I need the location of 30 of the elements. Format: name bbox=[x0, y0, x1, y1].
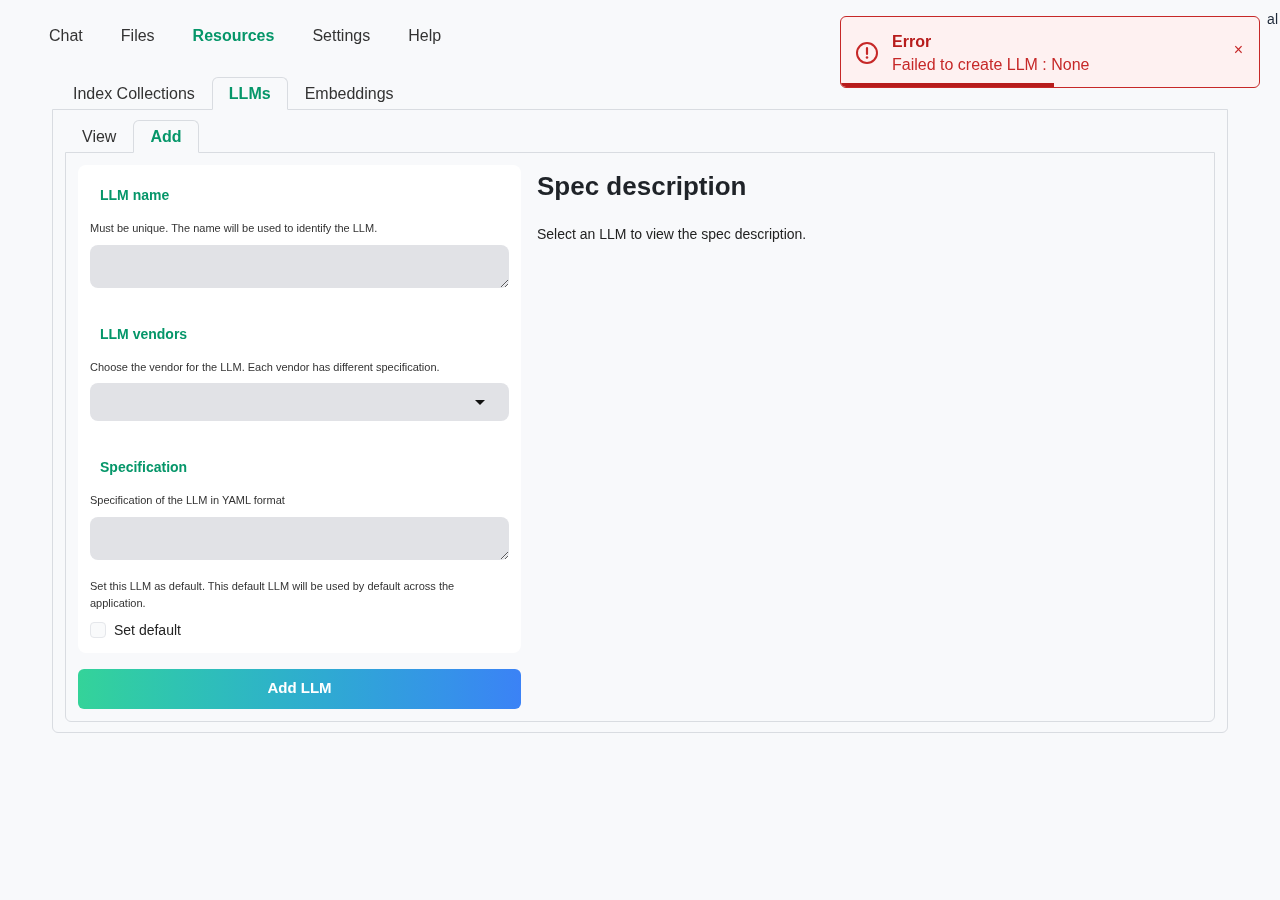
checkbox[interactable] bbox=[90, 622, 106, 638]
caret-icon bbox=[475, 399, 485, 405]
tab[interactable]: Add bbox=[133, 120, 199, 153]
tab[interactable]: View bbox=[65, 120, 134, 153]
tab[interactable]: LLMs bbox=[211, 77, 288, 110]
field-label: LLM vendors bbox=[99, 324, 189, 344]
toast-message: Failed to create LLM : None bbox=[892, 55, 1090, 75]
field-label: Specification bbox=[99, 458, 189, 477]
close-button[interactable]: × bbox=[1233, 42, 1243, 58]
field-hint: Choose the vendor for the LLM. Each vendor has different specification. bbox=[90, 359, 441, 375]
error-icon bbox=[855, 41, 879, 65]
dropdown-field[interactable] bbox=[90, 383, 509, 421]
field-hint: Set this LLM as default. This default LLM will be used by default across the application. bbox=[90, 578, 456, 611]
text-area[interactable] bbox=[90, 244, 509, 288]
toast-title: Error bbox=[892, 32, 932, 52]
tab[interactable]: Embeddings bbox=[287, 77, 411, 110]
header-text: al bbox=[1267, 10, 1278, 28]
nav-link[interactable]: Resources bbox=[180, 22, 287, 70]
nav-link[interactable]: Help bbox=[396, 22, 454, 70]
checkbox-label: Set default bbox=[114, 620, 181, 640]
field-hint: Must be unique. The name will be used to identify the LLM. bbox=[90, 221, 379, 236]
text-area[interactable] bbox=[90, 516, 509, 560]
spec-text: Select an LLM to view the spec description. bbox=[537, 225, 807, 244]
nav-link[interactable]: Files bbox=[108, 22, 167, 70]
tab[interactable]: Index Collections bbox=[56, 77, 212, 110]
nav-link[interactable]: Settings bbox=[300, 22, 383, 70]
spec-title: Spec description bbox=[537, 170, 748, 203]
field-hint: Specification of the LLM in YAML format bbox=[90, 493, 286, 508]
nav-link[interactable]: Chat bbox=[37, 22, 95, 70]
field-label: LLM name bbox=[99, 186, 171, 205]
